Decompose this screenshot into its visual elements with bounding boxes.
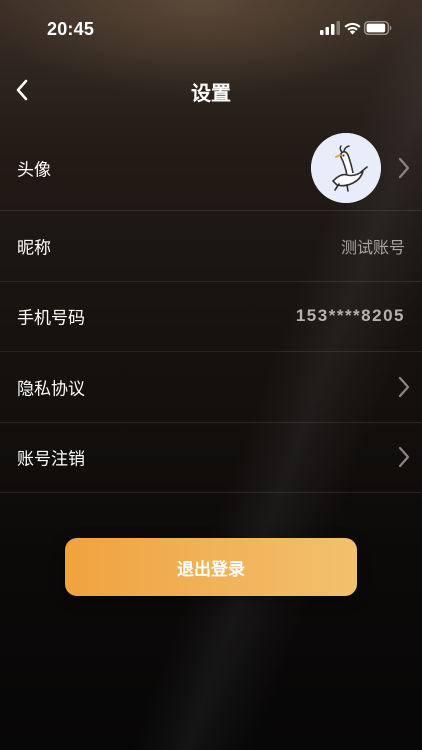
wifi-icon xyxy=(344,22,361,35)
settings-screen: 20:45 设置 头像 昵称 测试账号 手机号码 153****8205 隐私协… xyxy=(0,0,422,750)
navigation-bar: 设置 xyxy=(0,64,422,116)
chevron-right-icon xyxy=(398,376,410,397)
settings-row-phone: 手机号码 153****8205 xyxy=(0,282,422,352)
status-bar: 20:45 xyxy=(0,0,422,60)
privacy-label: 隐私协议 xyxy=(17,379,85,400)
chevron-right-icon xyxy=(398,157,410,179)
cancel-account-label: 账号注销 xyxy=(17,449,85,470)
avatar-image xyxy=(311,133,381,203)
settings-row-nickname[interactable]: 昵称 测试账号 xyxy=(0,211,422,282)
settings-row-cancel-account[interactable]: 账号注销 xyxy=(0,423,422,493)
page-title: 设置 xyxy=(191,81,231,105)
settings-row-avatar[interactable]: 头像 xyxy=(0,126,422,211)
chevron-right-icon xyxy=(398,447,410,468)
cellular-signal-icon xyxy=(320,21,340,35)
logout-button[interactable]: 退出登录 xyxy=(65,538,357,596)
settings-list: 头像 昵称 测试账号 手机号码 153****8205 隐私协议 账号注销 xyxy=(0,126,422,493)
battery-icon xyxy=(364,21,392,35)
status-time: 20:45 xyxy=(47,19,95,39)
phone-label: 手机号码 xyxy=(17,308,85,329)
settings-row-privacy[interactable]: 隐私协议 xyxy=(0,352,422,423)
nickname-value: 测试账号 xyxy=(340,237,405,257)
phone-value: 153****8205 xyxy=(295,306,405,326)
avatar-label: 头像 xyxy=(17,160,51,181)
nickname-label: 昵称 xyxy=(17,238,51,259)
avatar[interactable] xyxy=(311,133,381,203)
